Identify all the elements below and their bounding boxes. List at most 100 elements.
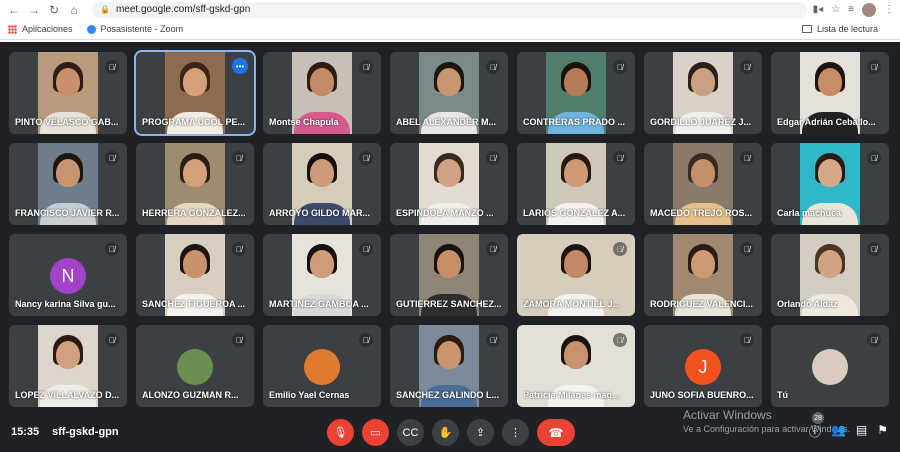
participant-tile[interactable]: 🎙̸ GORDILLO JUAREZ J... bbox=[644, 52, 762, 134]
participant-tile[interactable]: 🎙̸ Montse Chapula bbox=[263, 52, 381, 134]
camera-icon[interactable]: ▮◂ bbox=[813, 4, 824, 15]
participant-tile[interactable]: 🎙̸ Edgar Adrián Ceballo... bbox=[771, 52, 889, 134]
participant-tile[interactable]: 🎙̸ ARROYO GILDO MAR... bbox=[263, 143, 381, 225]
video-figure bbox=[818, 250, 842, 278]
people-icon[interactable]: 👥 bbox=[831, 423, 846, 440]
reload-icon[interactable]: ↻ bbox=[46, 2, 62, 18]
media-icon[interactable]: ≡ bbox=[848, 4, 854, 15]
reading-list[interactable]: Lista de lectura bbox=[801, 24, 878, 34]
video-figure bbox=[183, 159, 207, 187]
participant-name: ARROYO GILDO MAR... bbox=[269, 208, 370, 218]
participant-tile[interactable]: 🎙̸ GUTIERREZ SANCHEZ... bbox=[390, 234, 508, 316]
info-icon[interactable]: ⓘ bbox=[809, 423, 821, 440]
participant-tile[interactable]: 🎙̸ RODRIGUEZ VALENCI... bbox=[644, 234, 762, 316]
participant-name: CONTRERAS PRADO ... bbox=[523, 117, 626, 127]
participant-name: RODRIGUEZ VALENCI... bbox=[650, 299, 753, 309]
participant-tile[interactable]: 🎙̸ Carla machuca bbox=[771, 143, 889, 225]
participant-name: MACEDO TREJO ROS... bbox=[650, 208, 753, 218]
bookmark-zoom[interactable]: Posasistente - Zoom bbox=[86, 24, 183, 34]
participant-tile[interactable]: 🎙̸ LARIOS GONZALEZ A... bbox=[517, 143, 635, 225]
participant-tile[interactable]: 🎙̸ ZAMORA MONTIEL J... bbox=[517, 234, 635, 316]
participant-name: FRANCISCO JAVIER R... bbox=[15, 208, 120, 218]
participant-photo-avatar bbox=[812, 349, 848, 385]
clock: 15:35 bbox=[11, 426, 40, 438]
side-controls: ⓘ 👥 ▤ ⚑ bbox=[809, 423, 888, 440]
participant-name: ESPINDOLA MANZO ... bbox=[396, 208, 494, 218]
present-button[interactable]: ⇪ bbox=[467, 419, 494, 446]
home-icon[interactable]: ⌂ bbox=[66, 2, 82, 18]
participant-name: Orlando Aldaz bbox=[777, 299, 838, 309]
video-figure bbox=[564, 341, 588, 369]
participant-tile[interactable]: 🎙̸ Emilio Yael Cernas bbox=[263, 325, 381, 407]
participant-tile[interactable]: 🎙̸ PINTO VELASCO GAB... bbox=[9, 52, 127, 134]
camera-off-button[interactable]: ▭ bbox=[362, 419, 389, 446]
participant-initial-avatar: J bbox=[685, 349, 721, 385]
bookmark-apps[interactable]: Aplicaciones bbox=[8, 24, 73, 34]
more-options-button[interactable]: ⋮ bbox=[502, 419, 529, 446]
participant-name: ABEL ALEXANDER M... bbox=[396, 117, 497, 127]
participant-tile[interactable]: 🎙̸ ALONZO GUZMAN R... bbox=[136, 325, 254, 407]
participant-tile[interactable]: 🎙̸ LOPEZ VILLALVAZO D... bbox=[9, 325, 127, 407]
menu-icon[interactable]: ⋮ bbox=[884, 4, 894, 15]
participant-name: LARIOS GONZALEZ A... bbox=[523, 208, 626, 218]
video-figure bbox=[564, 159, 588, 187]
profile-avatar[interactable] bbox=[862, 2, 876, 17]
muted-mic-icon: 🎙̸ bbox=[613, 242, 627, 256]
video-figure bbox=[564, 250, 588, 278]
video-figure bbox=[437, 68, 461, 96]
meet-controls-bar: 15:35 sff-gskd-gpn 🎙 ▭ CC ✋ ⇪ ⋮ ☎ Activa… bbox=[0, 408, 900, 452]
participant-tile[interactable]: 🎙̸ HERRERA GONZALEZ... bbox=[136, 143, 254, 225]
participant-photo-avatar bbox=[304, 349, 340, 385]
participant-tile[interactable]: N 🎙̸ Nancy karina Silva gu... bbox=[9, 234, 127, 316]
end-call-button[interactable]: ☎ bbox=[537, 419, 575, 446]
activities-icon[interactable]: ⚑ bbox=[877, 423, 888, 440]
participant-tile[interactable]: 🎙̸ SANCHEZ FIGUEROA ... bbox=[136, 234, 254, 316]
video-figure bbox=[183, 68, 207, 96]
participant-tile[interactable]: 🎙̸ SANCHEZ GALINDO L... bbox=[390, 325, 508, 407]
participant-tile[interactable]: 🎙̸ FRANCISCO JAVIER R... bbox=[9, 143, 127, 225]
muted-mic-icon: 🎙̸ bbox=[740, 60, 754, 74]
participant-tile[interactable]: 🎙̸ MACEDO TREJO ROS... bbox=[644, 143, 762, 225]
muted-mic-icon: 🎙̸ bbox=[232, 242, 246, 256]
participant-tile[interactable]: 🎙̸ Patricia Milanes mag... bbox=[517, 325, 635, 407]
video-figure bbox=[183, 250, 207, 278]
meeting-code[interactable]: sff-gskd-gpn bbox=[52, 426, 119, 438]
participant-tile[interactable]: 🎙̸ MARTINEZ GAMBOA ... bbox=[263, 234, 381, 316]
participant-tile[interactable]: J 🎙̸ JUNO SOFIA BUENRO... bbox=[644, 325, 762, 407]
lock-icon: 🔒 bbox=[100, 5, 110, 14]
zoom-icon bbox=[86, 24, 96, 34]
participant-tile[interactable]: 🎙̸ CONTRERAS PRADO ... bbox=[517, 52, 635, 134]
participant-name: JUNO SOFIA BUENRO... bbox=[650, 390, 754, 400]
participant-tile[interactable]: 🎙̸ ABEL ALEXANDER M... bbox=[390, 52, 508, 134]
tile-options-icon[interactable]: ••• bbox=[232, 58, 248, 74]
muted-mic-icon: 🎙̸ bbox=[486, 242, 500, 256]
participant-tile[interactable]: 🎙̸ Orlando Aldaz bbox=[771, 234, 889, 316]
browser-chrome: ← → ↻ ⌂ 🔒 meet.google.com/sff-gskd-gpn ▮… bbox=[0, 0, 900, 42]
raise-hand-button[interactable]: ✋ bbox=[432, 419, 459, 446]
mic-off-button[interactable]: 🎙 bbox=[327, 419, 354, 446]
star-icon[interactable]: ☆ bbox=[831, 4, 840, 15]
forward-icon[interactable]: → bbox=[26, 2, 42, 18]
video-figure bbox=[310, 159, 334, 187]
video-figure bbox=[310, 68, 334, 96]
muted-mic-icon: 🎙̸ bbox=[105, 333, 119, 347]
back-icon[interactable]: ← bbox=[6, 2, 22, 18]
muted-mic-icon: 🎙̸ bbox=[232, 333, 246, 347]
muted-mic-icon: 🎙̸ bbox=[613, 60, 627, 74]
browser-actions: ▮◂ ☆ ≡ ⋮ bbox=[813, 2, 894, 17]
bookmark-label: Aplicaciones bbox=[22, 24, 73, 34]
participant-grid: 🎙̸ PINTO VELASCO GAB... ••• PROGRAMA UCOL P… bbox=[9, 50, 889, 407]
participant-tile[interactable]: 🎙̸ ESPINDOLA MANZO ... bbox=[390, 143, 508, 225]
address-bar[interactable]: 🔒 meet.google.com/sff-gskd-gpn bbox=[92, 1, 807, 18]
participant-name: ALONZO GUZMAN R... bbox=[142, 390, 239, 400]
muted-mic-icon: 🎙̸ bbox=[740, 151, 754, 165]
participant-tile[interactable]: ••• PROGRAMA UCOL PE... bbox=[134, 50, 256, 136]
participant-name: Montse Chapula bbox=[269, 117, 339, 127]
muted-mic-icon: 🎙̸ bbox=[105, 242, 119, 256]
participant-tile[interactable]: 🎙̸ Tú bbox=[771, 325, 889, 407]
chat-icon[interactable]: ▤ bbox=[856, 423, 867, 440]
video-figure bbox=[56, 341, 80, 369]
video-figure bbox=[564, 68, 588, 96]
captions-button[interactable]: CC bbox=[397, 419, 424, 446]
video-figure bbox=[691, 250, 715, 278]
